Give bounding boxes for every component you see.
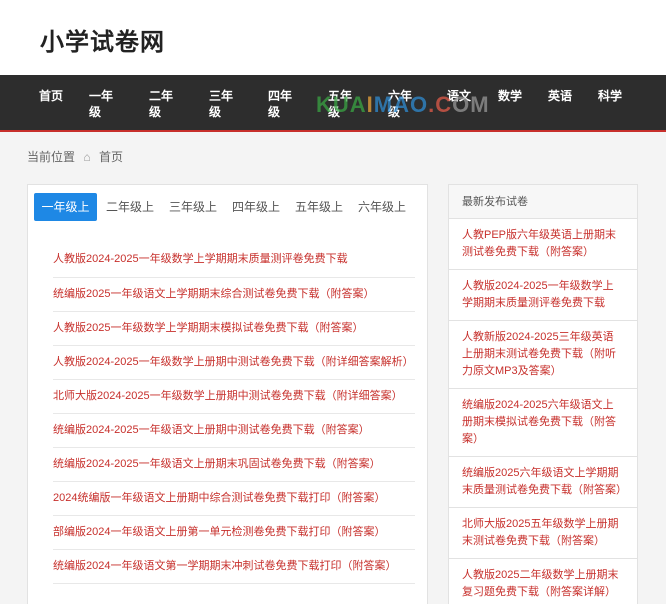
nav-item-grade1[interactable]: 一年级 xyxy=(89,88,115,120)
tab-grade1[interactable]: 一年级上 xyxy=(34,193,97,221)
latest-papers-panel: 最新发布试卷 人教PEP版六年级英语上册期末测试卷免费下载（附答案） 人教版20… xyxy=(448,184,638,604)
latest-paper-item[interactable]: 人教新版2024-2025三年级英语上册期末测试卷免费下载（附听力原文MP3及答… xyxy=(449,321,637,389)
main-nav: 首页 一年级 二年级 三年级 四年级 五年级 六年级 语文 数学 英语 科学 xyxy=(0,75,666,132)
nav-item-grade2[interactable]: 二年级 xyxy=(149,88,175,120)
nav-item-english[interactable]: 英语 xyxy=(548,88,574,104)
nav-item-math[interactable]: 数学 xyxy=(498,88,524,104)
list-item[interactable]: 统编版2024-2025一年级语文上册期中测试卷免费下载（附答案） xyxy=(53,414,415,448)
paper-list: 人教版2024-2025一年级数学上学期期末质量测评卷免费下载 统编版2025一… xyxy=(53,243,415,584)
latest-paper-item[interactable]: 统编版2024-2025六年级语文上册期末模拟试卷免费下载（附答案） xyxy=(449,389,637,457)
latest-paper-item[interactable]: 统编版2025六年级语文上学期期末质量测试卷免费下载（附答案） xyxy=(449,457,637,508)
latest-papers-list: 人教PEP版六年级英语上册期末测试卷免费下载（附答案） 人教版2024-2025… xyxy=(449,219,637,604)
nav-item-chinese[interactable]: 语文 xyxy=(447,88,473,104)
breadcrumb-label: 当前位置 xyxy=(27,150,76,164)
nav-item-grade4[interactable]: 四年级 xyxy=(268,88,294,120)
site-title[interactable]: 小学试卷网 xyxy=(40,22,165,57)
latest-paper-item[interactable]: 人教版2025二年级数学上册期末复习题免费下载（附答案详解） xyxy=(449,559,637,604)
list-item[interactable]: 部编版2024一年级语文上册第一单元检测卷免费下载打印（附答案） xyxy=(53,516,415,550)
nav-item-home[interactable]: 首页 xyxy=(39,88,65,104)
latest-paper-item[interactable]: 人教PEP版六年级英语上册期末测试卷免费下载（附答案） xyxy=(449,219,637,270)
list-item[interactable]: 北师大版2024-2025一年级数学上册期中测试卷免费下载（附详细答案） xyxy=(53,380,415,414)
breadcrumb: 当前位置 ⌂ 首页 xyxy=(27,148,123,165)
nav-item-grade6[interactable]: 六年级 xyxy=(388,88,414,120)
latest-papers-title: 最新发布试卷 xyxy=(449,185,637,219)
tab-grade2[interactable]: 二年级上 xyxy=(100,193,160,221)
site-header: 小学试卷网 xyxy=(0,0,666,75)
nav-item-grade5[interactable]: 五年级 xyxy=(328,88,354,120)
nav-item-grade3[interactable]: 三年级 xyxy=(209,88,235,120)
home-icon: ⌂ xyxy=(83,150,91,164)
tab-grade5[interactable]: 五年级上 xyxy=(289,193,349,221)
list-item[interactable]: 2024统编版一年级语文上册期中综合测试卷免费下载打印（附答案） xyxy=(53,482,415,516)
tab-grade4[interactable]: 四年级上 xyxy=(226,193,286,221)
list-item[interactable]: 人教版2024-2025一年级数学上学期期末质量测评卷免费下载 xyxy=(53,243,415,278)
tab-grade3[interactable]: 三年级上 xyxy=(163,193,223,221)
list-item[interactable]: 统编版2024-2025一年级语文上册期末巩固试卷免费下载（附答案） xyxy=(53,448,415,482)
list-item[interactable]: 统编版2024一年级语文第一学期期末冲刺试卷免费下载打印（附答案） xyxy=(53,550,415,584)
list-item[interactable]: 人教版2024-2025一年级数学上册期中测试卷免费下载（附详细答案解析） xyxy=(53,346,415,380)
list-item[interactable]: 统编版2025一年级语文上学期期末综合测试卷免费下载（附答案） xyxy=(53,278,415,312)
latest-paper-item[interactable]: 人教版2024-2025一年级数学上学期期末质量测评卷免费下载 xyxy=(449,270,637,321)
tab-grade6[interactable]: 六年级上 xyxy=(352,193,412,221)
nav-item-science[interactable]: 科学 xyxy=(598,88,624,104)
paper-list-panel: 一年级上 二年级上 三年级上 四年级上 五年级上 六年级上 人教版2024-20… xyxy=(27,184,428,604)
breadcrumb-home-link[interactable]: 首页 xyxy=(99,150,123,164)
latest-paper-item[interactable]: 北师大版2025五年级数学上册期末测试卷免费下载（附答案） xyxy=(449,508,637,559)
list-item[interactable]: 人教版2025一年级数学上学期期末模拟试卷免费下载（附答案） xyxy=(53,312,415,346)
